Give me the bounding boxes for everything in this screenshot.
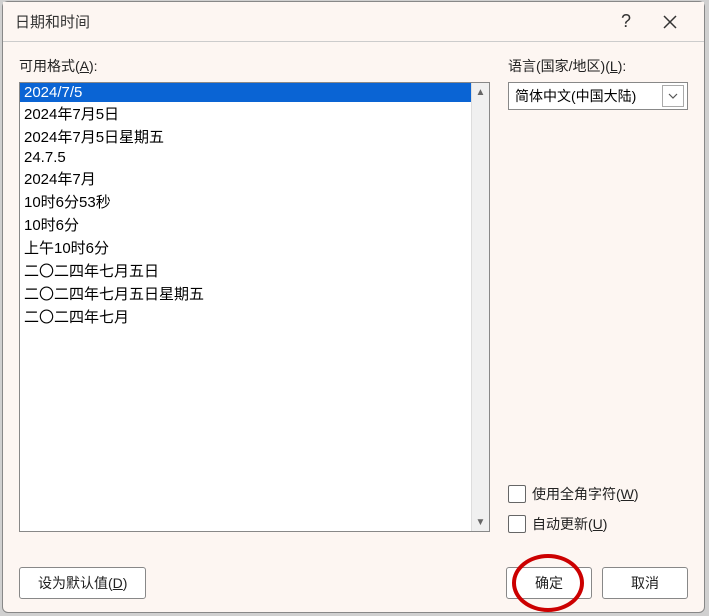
language-selected-text: 简体中文(中国大陆) — [515, 86, 662, 106]
chevron-down-icon — [662, 85, 684, 107]
set-default-button[interactable]: 设为默认值(D) — [19, 567, 146, 599]
dialog-content: 可用格式(A): 2024/7/52024年7月5日2024年7月5日星期五24… — [3, 42, 704, 554]
format-listbox[interactable]: 2024/7/52024年7月5日2024年7月5日星期五24.7.52024年… — [20, 83, 471, 531]
close-icon — [663, 15, 677, 29]
list-item[interactable]: 10时6分 — [20, 213, 471, 236]
language-label: 语言(国家/地区)(L): — [508, 56, 688, 76]
left-column: 可用格式(A): 2024/7/52024年7月5日2024年7月5日星期五24… — [19, 56, 490, 554]
close-button[interactable] — [648, 2, 692, 42]
list-item[interactable]: 二〇二四年七月五日星期五 — [20, 282, 471, 305]
list-item[interactable]: 2024年7月5日 — [20, 102, 471, 125]
checkbox-group: 使用全角字符(W) 自动更新(U) — [508, 484, 688, 544]
autoupdate-checkbox[interactable]: 自动更新(U) — [508, 514, 688, 534]
dialog-title: 日期和时间 — [15, 11, 604, 32]
list-item[interactable]: 二〇二四年七月五日 — [20, 259, 471, 282]
language-select[interactable]: 简体中文(中国大陆) — [508, 82, 688, 110]
fullwidth-label: 使用全角字符(W) — [532, 484, 639, 504]
right-column: 语言(国家/地区)(L): 简体中文(中国大陆) 使用全角字符(W) — [508, 56, 688, 554]
list-item[interactable]: 2024/7/5 — [20, 83, 471, 102]
checkbox-icon — [508, 515, 526, 533]
list-item[interactable]: 24.7.5 — [20, 148, 471, 167]
listbox-scrollbar[interactable]: ▲ ▼ — [471, 83, 489, 531]
date-time-dialog: 日期和时间 ? 可用格式(A): 2024/7/52024年7月5日2024年7… — [2, 1, 705, 613]
list-item[interactable]: 上午10时6分 — [20, 236, 471, 259]
list-item[interactable]: 2024年7月 — [20, 167, 471, 190]
list-item[interactable]: 10时6分53秒 — [20, 190, 471, 213]
fullwidth-checkbox[interactable]: 使用全角字符(W) — [508, 484, 688, 504]
format-listbox-container: 2024/7/52024年7月5日2024年7月5日星期五24.7.52024年… — [19, 82, 490, 532]
ok-button[interactable]: 确定 — [506, 567, 592, 599]
scroll-down-icon[interactable]: ▼ — [472, 513, 489, 531]
list-item[interactable]: 二〇二四年七月 — [20, 305, 471, 328]
cancel-button[interactable]: 取消 — [602, 567, 688, 599]
checkbox-icon — [508, 485, 526, 503]
scroll-up-icon[interactable]: ▲ — [472, 83, 489, 101]
dialog-footer: 设为默认值(D) 确定 取消 — [3, 554, 704, 612]
help-button[interactable]: ? — [604, 2, 648, 42]
list-item[interactable]: 2024年7月5日星期五 — [20, 125, 471, 148]
autoupdate-label: 自动更新(U) — [532, 514, 607, 534]
titlebar: 日期和时间 ? — [3, 2, 704, 42]
format-label: 可用格式(A): — [19, 56, 490, 76]
